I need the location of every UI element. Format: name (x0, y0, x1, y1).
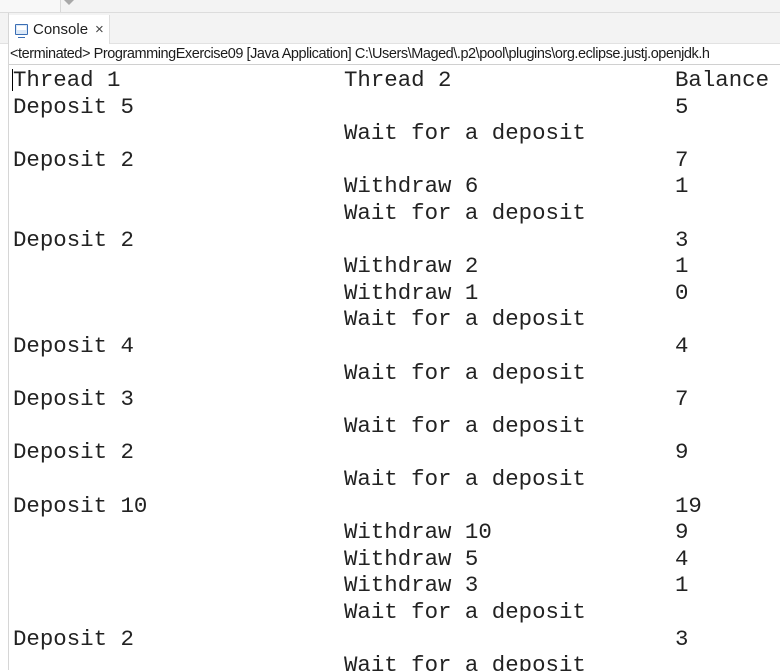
top-toolbar-strip (0, 0, 780, 13)
thread-2-cell: Wait for a deposit (344, 306, 586, 333)
balance-cell: 7 (675, 146, 689, 173)
thread-2-cell: Withdraw 2 (344, 253, 479, 280)
thread-2-cell: Wait for a deposit (344, 359, 586, 386)
balance-cell: 1 (675, 173, 689, 200)
thread-2-cell: Wait for a deposit (344, 466, 586, 492)
balance-cell: 4 (675, 333, 689, 359)
console-line: Withdraw 5 4 (9, 546, 780, 572)
console-line: Deposit 2 9 (9, 439, 780, 465)
previous-tab-stub[interactable] (0, 0, 61, 12)
thread-2-cell: Withdraw 6 (344, 173, 479, 200)
thread-1-cell: Deposit 10 (13, 492, 148, 519)
balance-cell: 7 (675, 386, 689, 413)
thread-2-cell: Withdraw 1 (344, 279, 479, 306)
console-line: Deposit 4 4 (9, 333, 780, 359)
thread-1-cell: Deposit 3 (13, 386, 134, 413)
balance-cell: 5 (675, 93, 689, 120)
balance-cell: 1 (675, 253, 689, 280)
console-line: Wait for a deposit (9, 599, 780, 625)
header-thread-2: Thread 2 (344, 67, 452, 93)
thread-1-cell: Deposit 2 (13, 439, 134, 466)
scroll-arrow-icon[interactable] (64, 0, 74, 5)
header-balance: Balance (675, 67, 770, 93)
console-line: Withdraw 1 0 (9, 280, 780, 306)
balance-cell: 1 (675, 572, 689, 599)
console-line: Withdraw 10 9 (9, 519, 780, 545)
thread-1-cell: Deposit 5 (13, 93, 134, 120)
thread-2-cell: Wait for a deposit (344, 412, 586, 439)
tab-console[interactable]: Console × (9, 15, 110, 44)
balance-cell: 9 (675, 439, 689, 466)
console-line: Deposit 5 5 (9, 94, 780, 120)
balance-cell: 3 (675, 625, 689, 652)
thread-2-cell: Wait for a deposit (344, 200, 586, 226)
console-line: Wait for a deposit (9, 120, 780, 146)
header-row: Thread 1 Thread 2 Balance (9, 67, 780, 93)
thread-1-cell: Deposit 2 (13, 146, 134, 173)
balance-cell: 0 (675, 279, 689, 306)
console-line: Wait for a deposit (9, 466, 780, 492)
console-icon (15, 24, 28, 38)
view-tab-bar (0, 13, 780, 44)
thread-1-cell: Deposit 4 (13, 333, 134, 359)
thread-2-cell: Withdraw 10 (344, 519, 492, 546)
balance-cell: 19 (675, 492, 702, 519)
console-line: Wait for a deposit (9, 200, 780, 226)
thread-2-cell: Wait for a deposit (344, 120, 586, 147)
console-line: Withdraw 3 1 (9, 572, 780, 598)
console-line: Deposit 2 3 (9, 227, 780, 253)
console-line: Wait for a deposit (9, 360, 780, 386)
tab-console-label: Console (33, 21, 89, 38)
console-line: Wait for a deposit (9, 413, 780, 439)
close-icon[interactable]: × (95, 21, 104, 38)
thread-2-cell: Withdraw 3 (344, 572, 479, 599)
console-line: Deposit 2 7 (9, 147, 780, 173)
thread-2-cell: Withdraw 5 (344, 545, 479, 572)
header-thread-1: Thread 1 (13, 67, 121, 93)
balance-cell: 9 (675, 519, 689, 546)
thread-2-cell: Wait for a deposit (344, 599, 586, 625)
thread-1-cell: Deposit 2 (13, 625, 134, 652)
console-output[interactable]: Thread 1 Thread 2 Balance Deposit 5 5 Wait… (9, 64, 780, 671)
balance-cell: 3 (675, 226, 689, 253)
console-line: Wait for a deposit (9, 652, 780, 671)
console-line: Deposit 3 7 (9, 386, 780, 412)
console-status-line: <terminated> ProgrammingExercise09 [Java… (10, 46, 710, 62)
console-line: Withdraw 6 1 (9, 173, 780, 199)
console-line: Wait for a deposit (9, 306, 780, 332)
thread-1-cell: Deposit 2 (13, 226, 134, 253)
balance-cell: 4 (675, 545, 689, 572)
console-line: Deposit 2 3 (9, 626, 780, 652)
console-line: Withdraw 2 1 (9, 253, 780, 279)
thread-2-cell: Wait for a deposit (344, 652, 586, 671)
console-line: Deposit 10 19 (9, 493, 780, 519)
